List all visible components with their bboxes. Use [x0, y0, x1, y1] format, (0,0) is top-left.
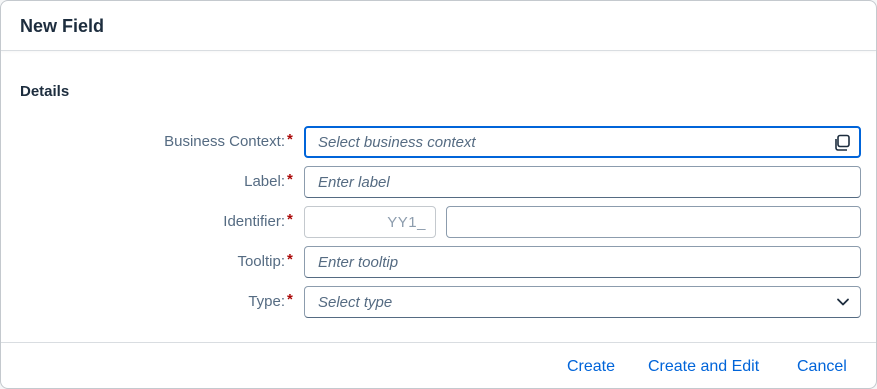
type-row: Type: * Select type	[1, 286, 876, 318]
type-placeholder: Select type	[318, 294, 393, 311]
create-and-edit-button[interactable]: Create and Edit	[648, 358, 759, 376]
business-context-row: Business Context: * Select business cont…	[1, 126, 876, 158]
tooltip-label: Tooltip:	[237, 253, 285, 270]
dialog-title: New Field	[20, 16, 105, 36]
business-context-placeholder: Select business context	[318, 134, 476, 151]
label-input[interactable]: Enter label	[304, 166, 861, 198]
label-row: Label: * Enter label	[1, 166, 876, 198]
required-marker: *	[287, 251, 293, 268]
create-button[interactable]: Create	[567, 358, 615, 376]
label-field-label: Label:	[244, 173, 285, 190]
new-field-dialog: New Field Details Business Context: * Se…	[0, 0, 877, 389]
type-select[interactable]: Select type	[304, 286, 861, 318]
tooltip-input[interactable]: Enter tooltip	[304, 246, 861, 278]
identifier-prefix-field: YY1_	[304, 206, 436, 238]
dialog-footer: Create Create and Edit Cancel	[1, 342, 876, 388]
chevron-down-icon[interactable]	[834, 293, 852, 311]
identifier-input[interactable]	[446, 206, 861, 238]
required-marker: *	[287, 291, 293, 308]
label-placeholder: Enter label	[318, 174, 390, 191]
required-marker: *	[287, 171, 293, 188]
business-context-input[interactable]: Select business context	[304, 126, 861, 158]
tooltip-placeholder: Enter tooltip	[318, 254, 399, 271]
value-help-icon[interactable]	[833, 134, 851, 152]
cancel-button[interactable]: Cancel	[797, 358, 847, 376]
required-marker: *	[287, 131, 293, 148]
identifier-row: Identifier: * YY1_	[1, 206, 876, 238]
tooltip-row: Tooltip: * Enter tooltip	[1, 246, 876, 278]
required-marker: *	[287, 211, 293, 228]
identifier-label: Identifier:	[223, 213, 285, 230]
business-context-label: Business Context:	[164, 133, 285, 150]
section-title-details: Details	[20, 83, 70, 100]
type-label: Type:	[248, 293, 285, 310]
dialog-header: New Field	[1, 1, 876, 51]
identifier-prefix: YY1_	[387, 214, 426, 231]
